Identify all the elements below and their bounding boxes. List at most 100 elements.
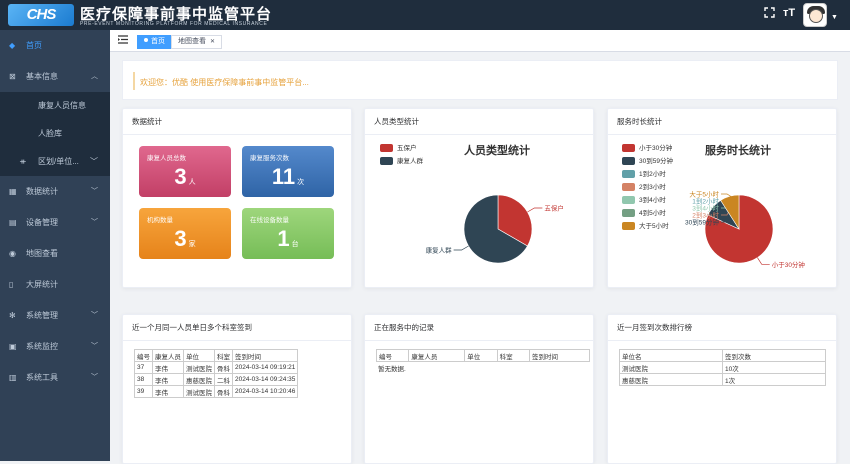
expand-icon[interactable] <box>764 7 775 21</box>
chevron-down-icon: ﹀ <box>91 219 98 226</box>
stat-value: 1台 <box>277 226 299 251</box>
slice-label: 大于5小时 <box>689 190 719 199</box>
table-icon: ▦ <box>9 187 17 196</box>
month-signin-card: 近一个月同一人员单日多个科室签到 编号 康复人员 单位 科室 签到时间 37 李伟… <box>122 314 352 464</box>
toolbox-icon: ▥ <box>9 373 17 382</box>
empty-text: 暂无数据. <box>378 366 406 373</box>
label-line <box>453 245 469 251</box>
column-header: 编号 <box>375 349 410 362</box>
sidebar-item-basic-info[interactable]: ⊠ 基本信息 ︿ <box>0 61 110 92</box>
card-title: 数据统计 <box>123 109 351 135</box>
column-header: 康复人员 <box>152 349 184 362</box>
column-header: 单位 <box>183 349 215 362</box>
chevron-down-icon: ﹀ <box>91 312 98 319</box>
document-icon: ▤ <box>9 218 17 227</box>
sidebar-item-label: 系统监控 <box>26 342 58 351</box>
stat-value: 3人 <box>174 164 196 189</box>
sidebar-item-device-mgmt[interactable]: ▤ 设备管理 ﹀ <box>0 207 110 238</box>
tab-map-view[interactable]: 地图查看 ✕ <box>171 35 223 49</box>
sidebar-item-label: 首页 <box>26 41 42 50</box>
sidebar-item-face-library[interactable]: 人脸库 <box>0 120 110 148</box>
person-type-card: 人员类型统计 五保户 康复人群 人员类型统计 五保户 康复人群 <box>364 108 594 288</box>
column-header: 单位名 <box>619 349 723 362</box>
eye-icon: ◉ <box>9 249 16 258</box>
table-row: 37 李伟 测试医院 骨科 2024-03-14 09:19:21 <box>134 361 299 374</box>
font-size-icon[interactable]: тT <box>783 7 795 19</box>
top-navbar: CHS 医疗保障事前事中监管平台 PRE-EVENT MONITORING PL… <box>0 0 850 30</box>
chevron-down-icon: ﹀ <box>91 374 98 381</box>
chevron-down-icon[interactable]: ▼ <box>831 14 838 21</box>
chevron-down-icon: ﹀ <box>90 157 98 166</box>
card-title: 近一月签到次数排行榜 <box>608 315 836 341</box>
person-type-pie: 五保户康复人群 <box>426 194 564 264</box>
sidebar-item-map-view[interactable]: ◉ 地图查看 <box>0 238 110 269</box>
welcome-alert: 欢迎您：优酷 使用医疗保障事前事中监管平台... <box>122 60 838 100</box>
table-row: 39 李伟 测试医院 骨科 2024-03-14 10:20:46 <box>134 385 299 398</box>
duration-pie: 小于30分钟30到59分钟1到2小时2到3小时3到4小时大于5小时 <box>685 190 806 269</box>
sidebar-item-data-stats[interactable]: ▦ 数据统计 ﹀ <box>0 176 110 207</box>
table-header-row: 编号 康复人员 单位 科室 签到时间 <box>375 349 590 362</box>
card-title: 正在服务中的记录 <box>365 315 593 341</box>
close-icon[interactable]: ✕ <box>210 39 215 45</box>
alert-bar <box>133 72 135 90</box>
chevron-down-icon: ﹀ <box>91 188 98 195</box>
stat-service-count: 康复服务次数 11 次 <box>242 146 334 197</box>
column-header: 编号 <box>134 349 153 362</box>
sidebar-item-home[interactable]: ◆ 首页 <box>0 30 110 61</box>
monitor-icon: ▣ <box>9 342 17 351</box>
hamburger-icon[interactable] <box>118 35 128 47</box>
app-subtitle: PRE-EVENT MONITORING PLATFORM FOR MEDICA… <box>80 21 268 27</box>
slice-label: 康复人群 <box>426 246 453 255</box>
stat-label: 机构数量 <box>147 217 173 224</box>
slice-label: 五保户 <box>544 204 564 213</box>
serving-table: 编号 康复人员 单位 科室 签到时间 <box>375 349 590 362</box>
stat-label: 在线设备数量 <box>250 217 289 224</box>
card-title: 人员类型统计 <box>365 109 593 135</box>
rank-table: 单位名 签到次数 测试医院 10次 惠慈医院 1次 <box>619 349 826 386</box>
label-line <box>757 257 770 265</box>
signin-rank-card: 近一月签到次数排行榜 单位名 签到次数 测试医院 10次 惠慈医院 1次 <box>607 314 837 464</box>
stat-institutions: 机构数量 3家 <box>139 208 231 259</box>
column-header: 签到次数 <box>722 349 826 362</box>
sidebar-item-label: 地图查看 <box>26 249 58 258</box>
month-signin-table: 编号 康复人员 单位 科室 签到时间 37 李伟 测试医院 骨科 2024-03-14 … <box>134 349 299 398</box>
table-header-row: 编号 康复人员 单位 科室 签到时间 <box>134 349 299 362</box>
tree-icon: ᚑ <box>20 157 26 166</box>
sidebar-item-label: 数据统计 <box>26 187 58 196</box>
user-avatar-icon[interactable] <box>803 3 827 27</box>
sidebar-item-system-tools[interactable]: ▥ 系统工具 ﹀ <box>0 362 110 393</box>
serving-records-card: 正在服务中的记录 编号 康复人员 单位 科室 签到时间 暂无数据. <box>364 314 594 464</box>
column-header: 康复人员 <box>408 349 466 362</box>
table-header-row: 单位名 签到次数 <box>619 349 826 362</box>
sidebar-item-label: 系统工具 <box>26 373 58 382</box>
submenu-basic-info: 康复人员信息 人脸库 ᚑ 区划/单位... ﹀ <box>0 92 110 176</box>
column-header: 签到时间 <box>529 349 590 362</box>
tab-home[interactable]: 首页 <box>137 35 172 49</box>
sidebar-item-regions[interactable]: ᚑ 区划/单位... ﹀ <box>0 148 110 176</box>
sidebar-item-label: 人脸库 <box>38 129 62 138</box>
sidebar-item-system-monitor[interactable]: ▣ 系统监控 ﹀ <box>0 331 110 362</box>
sidebar-item-rehab-persons[interactable]: 康复人员信息 <box>0 92 110 120</box>
sidebar-item-label: 设备管理 <box>26 218 58 227</box>
tab-label: 首页 <box>151 38 165 45</box>
chevron-down-icon: ﹀ <box>91 343 98 350</box>
sidebar-item-big-screen[interactable]: ▯ 大屏统计 <box>0 269 110 300</box>
table-row: 惠慈医院 1次 <box>619 373 826 386</box>
table-row: 38 李伟 惠慈医院 二科 2024-03-14 09:24:35 <box>134 373 299 386</box>
gear-icon: ✻ <box>9 311 16 320</box>
active-dot-icon <box>144 38 148 42</box>
tags-view: 首页 地图查看 ✕ <box>110 30 850 52</box>
slice-label: 小于30分钟 <box>772 260 806 269</box>
column-header: 科室 <box>496 349 531 362</box>
stat-online-devices: 在线设备数量 1台 <box>242 208 334 259</box>
stat-label: 康复人员总数 <box>147 155 186 162</box>
column-header: 科室 <box>214 349 233 362</box>
sidebar-item-label: 区划/单位... <box>38 157 79 166</box>
sidebar-item-system-mgmt[interactable]: ✻ 系统管理 ﹀ <box>0 300 110 331</box>
stat-value: 3家 <box>174 226 196 251</box>
card-title: 近一个月同一人员单日多个科室签到 <box>123 315 351 341</box>
label-line <box>527 207 543 213</box>
table-row: 测试医院 10次 <box>619 361 826 374</box>
column-header: 签到时间 <box>231 349 299 362</box>
sidebar: ◆ 首页 ⊠ 基本信息 ︿ 康复人员信息 人脸库 ᚑ 区划/单位... ﹀ ▦ … <box>0 30 110 461</box>
